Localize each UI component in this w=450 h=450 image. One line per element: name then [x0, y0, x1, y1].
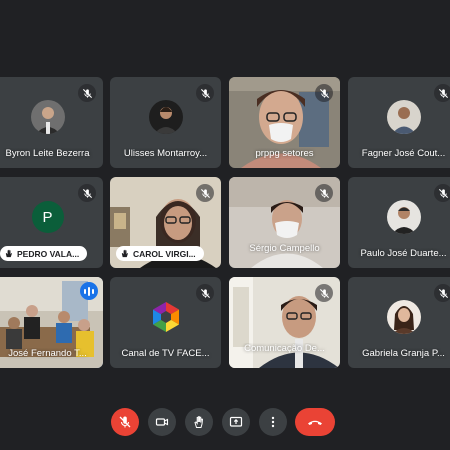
participant-name: PEDRO VALA...: [17, 248, 80, 259]
participant-grid: Byron Leite Bezerra Ulisses Montarroy...…: [0, 0, 450, 400]
mic-off-icon: [434, 184, 450, 202]
camera-toggle-button[interactable]: [148, 408, 176, 436]
participant-tile[interactable]: prppg setores: [229, 77, 340, 168]
avatar: [30, 100, 65, 135]
participant-name: Fagner José Cout...: [361, 148, 446, 159]
avatar: [148, 100, 183, 135]
raised-hand-badge: PEDRO VALA...: [0, 246, 88, 261]
avatar: [386, 200, 421, 235]
mic-off-icon: [434, 284, 450, 302]
hand-icon: [194, 416, 204, 428]
participant-name: Ulisses Montarroy...: [123, 148, 208, 159]
raised-hand-badge: CAROL VIRGI...: [116, 246, 204, 261]
mic-off-icon: [78, 84, 96, 102]
hand-icon: [121, 249, 128, 258]
more-vert-icon: [271, 416, 275, 428]
more-options-button[interactable]: [259, 408, 287, 436]
mic-off-icon: [196, 284, 214, 302]
mic-off-icon: [78, 184, 96, 202]
participant-name: Paulo José Duarte...: [360, 248, 447, 259]
speaking-indicator-icon: [80, 282, 98, 300]
participant-tile[interactable]: Byron Leite Bezerra: [0, 77, 103, 168]
channel-logo: [149, 300, 183, 334]
participant-name: José Fernando T...: [8, 348, 87, 359]
participant-name: Comunicação De...: [244, 343, 325, 354]
participant-tile[interactable]: Paulo José Duarte...: [348, 177, 450, 268]
present-icon: [229, 416, 243, 427]
participant-tile-active-speaker[interactable]: José Fernando T...: [0, 277, 103, 368]
avatar: [386, 300, 421, 335]
call-controls-bar: [0, 408, 450, 442]
camera-icon: [155, 418, 169, 426]
mic-off-icon: [196, 184, 214, 202]
participant-tile[interactable]: Comunicação De...: [229, 277, 340, 368]
participant-tile[interactable]: Canal de TV FACE...: [110, 277, 221, 368]
participant-name: Gabriela Granja P...: [362, 348, 445, 359]
mic-off-icon: [315, 84, 333, 102]
mic-off-icon: [434, 84, 450, 102]
mic-off-icon: [315, 284, 333, 302]
microphone-toggle-button[interactable]: [111, 408, 139, 436]
participant-name: Canal de TV FACE...: [121, 348, 210, 359]
avatar-initial: P: [31, 201, 64, 234]
participant-tile[interactable]: Gabriela Granja P...: [348, 277, 450, 368]
present-screen-button[interactable]: [222, 408, 250, 436]
avatar: [386, 100, 421, 135]
participant-name: Sérgio Campello: [249, 243, 320, 254]
end-call-button[interactable]: [295, 408, 335, 436]
participant-tile[interactable]: Ulisses Montarroy...: [110, 77, 221, 168]
participant-tile[interactable]: CAROL VIRGI...: [110, 177, 221, 268]
hand-icon: [5, 249, 12, 258]
participant-tile[interactable]: Sérgio Campello: [229, 177, 340, 268]
participant-name: Byron Leite Bezerra: [5, 148, 90, 159]
participant-name: prppg setores: [255, 148, 314, 159]
participant-name: CAROL VIRGI...: [133, 248, 196, 259]
participant-tile[interactable]: P PEDRO VALA...: [0, 177, 103, 268]
raise-hand-button[interactable]: [185, 408, 213, 436]
end-call-icon: [308, 420, 322, 425]
participant-tile[interactable]: Fagner José Cout...: [348, 77, 450, 168]
mic-off-icon: [119, 416, 131, 428]
mic-off-icon: [196, 84, 214, 102]
mic-off-icon: [315, 184, 333, 202]
